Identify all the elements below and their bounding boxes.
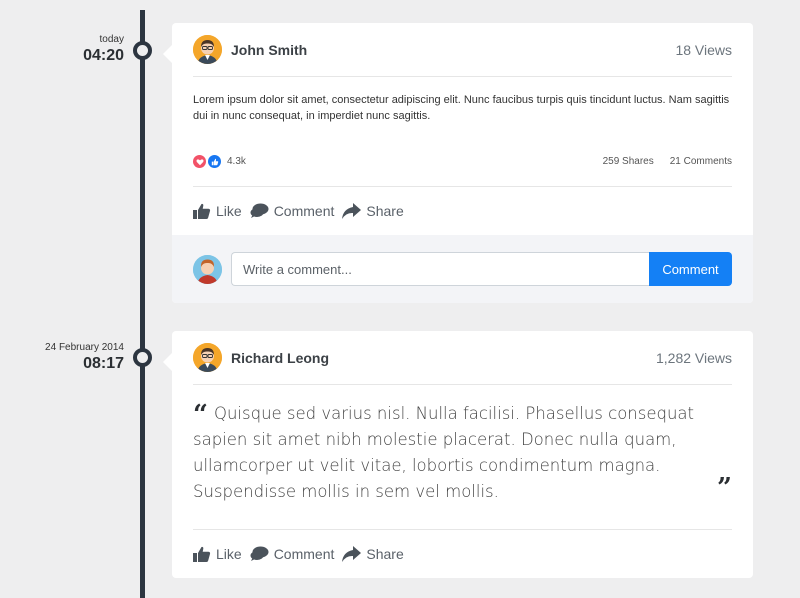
view-count: 1,282 Views bbox=[655, 349, 732, 366]
comment-button[interactable]: Comment bbox=[250, 203, 335, 219]
comment-label: Comment bbox=[273, 546, 335, 562]
reaction-count[interactable]: 4.3k bbox=[227, 156, 603, 167]
heart-icon bbox=[193, 155, 206, 168]
post-card: John Smith 18 Views Lorem ipsum dolor si… bbox=[163, 23, 753, 303]
post-header: Richard Leong 1,282 Views bbox=[193, 331, 732, 385]
timeline-line bbox=[140, 10, 145, 598]
like-label: Like bbox=[216, 546, 242, 562]
like-button[interactable]: Like bbox=[193, 546, 242, 562]
avatar[interactable] bbox=[193, 35, 222, 64]
comment-bubble-icon bbox=[250, 546, 269, 561]
comment-bubble-icon bbox=[250, 203, 269, 218]
share-button[interactable]: Share bbox=[342, 203, 404, 219]
timestamp: today 04:20 bbox=[83, 34, 124, 66]
comment-composer: Comment bbox=[172, 235, 753, 303]
post-card: Richard Leong 1,282 Views “Quisque sed v… bbox=[163, 331, 753, 578]
view-count: 18 Views bbox=[675, 41, 732, 58]
thumbs-up-icon bbox=[208, 155, 221, 168]
quote-close-icon: ” bbox=[717, 473, 732, 503]
share-count[interactable]: 259 Shares bbox=[603, 156, 654, 167]
thumbs-up-icon bbox=[193, 203, 211, 219]
share-arrow-icon bbox=[342, 203, 362, 219]
timestamp-date: today bbox=[99, 34, 124, 45]
timestamp-date: 24 February 2014 bbox=[45, 342, 124, 353]
quote-open-icon: “ bbox=[193, 400, 208, 430]
post-header: John Smith 18 Views bbox=[193, 23, 732, 77]
share-label: Share bbox=[366, 546, 404, 562]
author-name[interactable]: John Smith bbox=[231, 42, 675, 58]
timeline-node bbox=[133, 41, 152, 60]
avatar bbox=[193, 254, 222, 284]
timeline-node bbox=[133, 348, 152, 367]
post-quote: “Quisque sed varius nisl. Nulla facilisi… bbox=[193, 385, 732, 530]
comment-button[interactable]: Comment bbox=[250, 546, 335, 562]
like-button[interactable]: Like bbox=[193, 203, 242, 219]
comment-count[interactable]: 21 Comments bbox=[670, 156, 732, 167]
comment-submit-button[interactable]: Comment bbox=[649, 252, 732, 286]
timestamp-time: 04:20 bbox=[83, 47, 124, 64]
post-stats: 4.3k 259 Shares 21 Comments bbox=[193, 137, 732, 187]
post-text: Lorem ipsum dolor sit amet, consectetur … bbox=[193, 94, 730, 122]
share-button[interactable]: Share bbox=[342, 546, 404, 562]
quote-text: Quisque sed varius nisl. Nulla facilisi.… bbox=[193, 404, 694, 501]
timestamp-time: 08:17 bbox=[83, 355, 124, 372]
thumbs-up-icon bbox=[193, 546, 211, 562]
timestamp: 24 February 2014 08:17 bbox=[45, 342, 124, 374]
share-label: Share bbox=[366, 203, 404, 219]
like-label: Like bbox=[216, 203, 242, 219]
comment-label: Comment bbox=[273, 203, 335, 219]
author-name[interactable]: Richard Leong bbox=[231, 350, 656, 366]
share-arrow-icon bbox=[342, 546, 362, 562]
avatar[interactable] bbox=[193, 343, 222, 372]
comment-input[interactable] bbox=[231, 252, 649, 286]
post-actions: Like Comment Share bbox=[193, 187, 732, 235]
post-actions: Like Comment Share bbox=[193, 530, 732, 578]
